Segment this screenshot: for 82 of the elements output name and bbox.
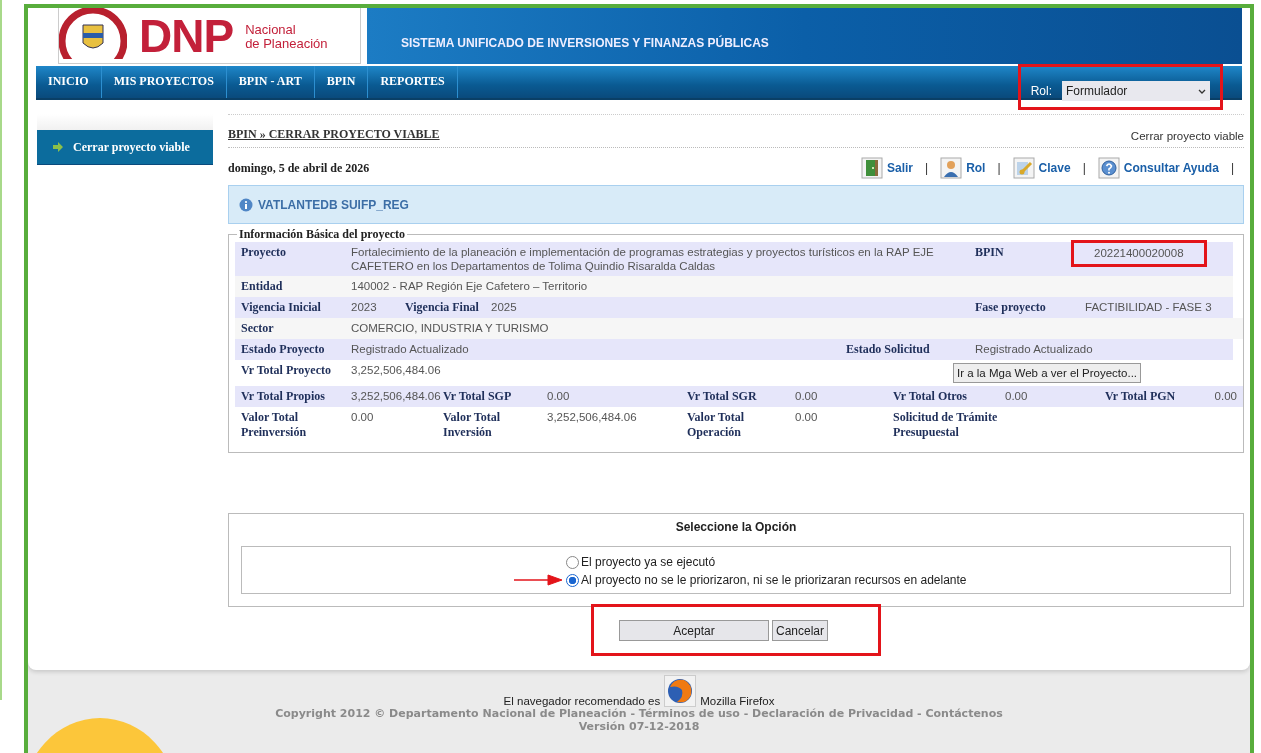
footer-text: El navegador recomendado es <box>503 695 661 707</box>
role-select[interactable]: Formulador <box>1062 81 1210 101</box>
field-label: Vigencia Inicial <box>241 300 322 315</box>
version-text: Versión 07-12-2018 <box>578 720 700 733</box>
nav-item[interactable]: BPIN <box>314 66 369 98</box>
field-label: Estado Proyecto <box>241 342 326 357</box>
field-label: Vr Total Otros <box>893 389 968 404</box>
field-label: Estado Solicitud <box>846 342 931 357</box>
field-value: Fortalecimiento de la planeación e implementación de programas estrategias y proyectos turísticos en la RAP EJE CAFETERO en los Departamentos de Tolima Quindio Risaralda Caldas <box>351 245 935 273</box>
toolbar-link[interactable]: Rol <box>940 157 986 179</box>
sidebar-item[interactable]: Cerrar proyecto viable <box>37 130 213 165</box>
field-label: Fase proyecto <box>975 300 1047 315</box>
field-value: 3,252,506,484.06 <box>351 389 442 403</box>
separator-text: | <box>925 161 929 175</box>
field-value: COMERCIO, INDUSTRIA Y TURISMO <box>351 321 550 335</box>
notice-banner: VATLANTEDB SUIFP_REG <box>228 185 1244 224</box>
field-label: Vr Total SGR <box>687 389 758 404</box>
field-label: BPIN <box>975 245 1005 260</box>
field-value: 2025 <box>491 300 518 314</box>
option-label: Al proyecto no se le priorizaron, ni se le priorizaran recursos en adelante <box>581 573 967 587</box>
separator-text: | <box>997 161 1001 175</box>
radio-button[interactable] <box>566 555 579 569</box>
help-icon <box>1097 157 1120 179</box>
field-label: Vr Total PGN <box>1105 389 1177 404</box>
radio-button[interactable] <box>566 573 579 587</box>
field-label: Sector <box>241 321 275 336</box>
nav-item[interactable]: REPORTES <box>368 66 458 98</box>
field-value: 0.00 <box>1213 389 1237 403</box>
info-icon <box>239 197 253 212</box>
cancel-button[interactable]: Cancelar <box>772 620 828 641</box>
date-text: domingo, 5 de abril de 2026 <box>228 160 370 176</box>
field-value: 0.00 <box>795 410 819 424</box>
field-label: Valor Total Operación <box>687 410 746 440</box>
view-project-button[interactable]: Ir a la Mga Web a ver el Proyecto... <box>953 363 1142 383</box>
toolbar-link[interactable]: Clave <box>1012 157 1071 179</box>
field-value: 3,252,506,484.06 <box>547 410 638 424</box>
field-value: 20221400020008 <box>1094 247 1184 259</box>
field-label: Proyecto <box>241 245 288 260</box>
globe-icon <box>664 675 697 707</box>
field-label: Vr Total SGP <box>443 389 513 404</box>
field-value: 0.00 <box>351 410 375 424</box>
role-label: Rol: <box>1030 84 1052 98</box>
nav-item[interactable]: INICIO <box>36 66 102 98</box>
logo-name: Nacional <box>245 23 297 37</box>
field-label: Solicitud de Trámite Presupuestal <box>893 410 999 440</box>
field-value: 140002 - RAP Región Eje Cafetero – Territorio <box>351 279 589 293</box>
field-value: FACTIBILIDAD - FASE 3 <box>1085 300 1213 314</box>
field-label: Vigencia Final <box>405 300 480 315</box>
field-label: Vr Total Propios <box>241 389 327 404</box>
field-label: Valor Total Preinversión <box>241 410 308 440</box>
breadcrumb-link[interactable]: BPIN » CERRAR PROYECTO VIABLE <box>228 127 440 142</box>
nav-item[interactable]: BPIN - ART <box>226 66 315 98</box>
panel-legend: Información Básica del proyecto <box>237 227 408 242</box>
option-label: El proyecto ya se ejecutó <box>581 555 716 569</box>
chevron-icon <box>1198 88 1206 94</box>
copyright-text: Copyright 2012 © Departamento Nacional de Planeación - Términos de uso - Declaración de Privacidad - Contáctenos <box>275 707 1003 720</box>
field-label: Valor Total Inversión <box>443 410 502 440</box>
field-value: Registrado Actualizado <box>975 342 1094 356</box>
field-value: 3,252,506,484.06 <box>351 363 442 377</box>
key-icon <box>1012 157 1035 179</box>
toolbar-link[interactable]: Consultar Ayuda <box>1097 157 1219 179</box>
door-icon <box>861 157 883 179</box>
field-label: Entidad <box>241 279 284 294</box>
field-value: 2023 <box>351 300 378 314</box>
toolbar-link[interactable]: Salir <box>861 157 913 179</box>
separator-text: | <box>1082 161 1086 175</box>
nav-item[interactable]: MIS PROYECTOS <box>101 66 227 98</box>
options-title: Seleccione la Opción <box>675 520 797 534</box>
field-value: 0.00 <box>547 389 571 403</box>
field-label: Vr Total Proyecto <box>241 363 332 378</box>
field-value: 0.00 <box>795 389 819 403</box>
logo-acronym: DNP <box>139 16 234 56</box>
logo-name: de Planeación <box>245 37 328 51</box>
separator-text: | <box>1230 161 1234 175</box>
person-icon <box>940 157 963 179</box>
accept-button[interactable]: Aceptar <box>619 620 769 641</box>
field-value: Registrado Actualizado <box>351 342 470 356</box>
arrow-icon <box>53 142 63 152</box>
field-value: 0.00 <box>1005 389 1029 403</box>
page-title: Cerrar proyecto viable <box>1130 130 1244 142</box>
browser-name: Mozilla Firefox <box>700 695 775 707</box>
banner-subtitle: SISTEMA UNIFICADO DE INVERSIONES Y FINANZAS PÚBLICAS <box>401 36 769 50</box>
